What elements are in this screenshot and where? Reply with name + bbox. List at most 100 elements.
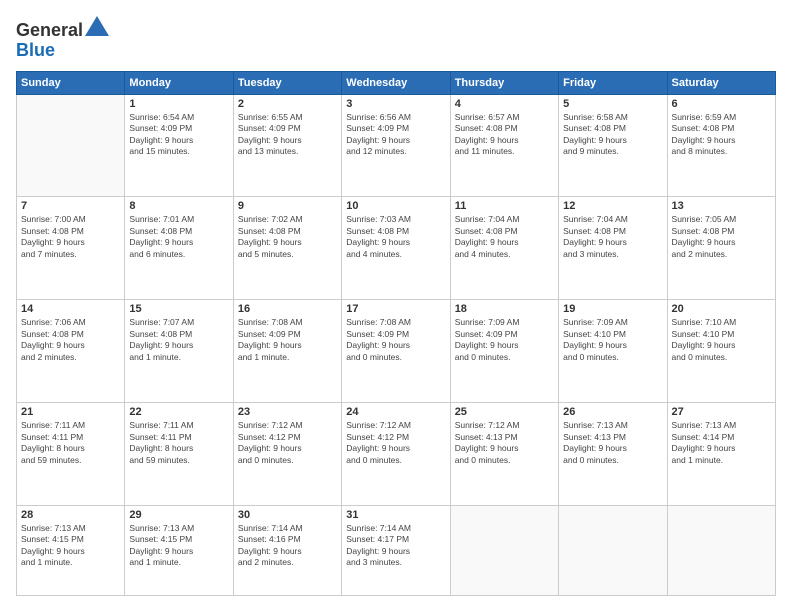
- calendar-cell: 23 Sunrise: 7:12 AM Sunset: 4:12 PM Dayli…: [233, 403, 341, 506]
- day-info: Sunrise: 7:13 AM Sunset: 4:13 PM Dayligh…: [563, 420, 662, 466]
- day-info: Sunrise: 7:14 AM Sunset: 4:17 PM Dayligh…: [346, 523, 445, 569]
- day-info: Sunrise: 7:08 AM Sunset: 4:09 PM Dayligh…: [238, 317, 337, 363]
- day-number: 25: [455, 406, 554, 418]
- day-info: Sunrise: 6:55 AM Sunset: 4:09 PM Dayligh…: [238, 112, 337, 158]
- day-number: 29: [129, 509, 228, 521]
- calendar-cell: 24 Sunrise: 7:12 AM Sunset: 4:12 PM Dayli…: [342, 403, 450, 506]
- day-number: 3: [346, 98, 445, 110]
- logo-icon: [85, 16, 109, 36]
- day-number: 13: [672, 200, 771, 212]
- calendar-cell: 21Sunrise: 7:11 AM Sunset: 4:11 PM Dayli…: [17, 403, 125, 506]
- day-info: Sunrise: 7:08 AM Sunset: 4:09 PM Dayligh…: [346, 317, 445, 363]
- calendar-cell: [450, 505, 558, 595]
- day-info: Sunrise: 7:12 AM Sunset: 4:12 PM Dayligh…: [346, 420, 445, 466]
- day-number: 28: [21, 509, 120, 521]
- calendar-cell: [667, 505, 775, 595]
- day-number: 31: [346, 509, 445, 521]
- calendar-cell: 30 Sunrise: 7:14 AM Sunset: 4:16 PM Dayli…: [233, 505, 341, 595]
- calendar-cell: 28 Sunrise: 7:13 AM Sunset: 4:15 PM Dayli…: [17, 505, 125, 595]
- day-number: 10: [346, 200, 445, 212]
- day-info: Sunrise: 6:57 AM Sunset: 4:08 PM Dayligh…: [455, 112, 554, 158]
- day-info: Sunrise: 7:04 AM Sunset: 4:08 PM Dayligh…: [563, 214, 662, 260]
- day-number: 23: [238, 406, 337, 418]
- calendar-cell: 13Sunrise: 7:05 AM Sunset: 4:08 PM Dayli…: [667, 197, 775, 300]
- calendar-cell: 17 Sunrise: 7:08 AM Sunset: 4:09 PM Dayli…: [342, 300, 450, 403]
- weekday-header-wednesday: Wednesday: [342, 71, 450, 94]
- weekday-header-sunday: Sunday: [17, 71, 125, 94]
- calendar-cell: 19Sunrise: 7:09 AM Sunset: 4:10 PM Dayli…: [559, 300, 667, 403]
- day-number: 30: [238, 509, 337, 521]
- day-number: 2: [238, 98, 337, 110]
- day-number: 9: [238, 200, 337, 212]
- calendar-cell: 3Sunrise: 6:56 AM Sunset: 4:09 PM Daylig…: [342, 94, 450, 197]
- day-info: Sunrise: 7:01 AM Sunset: 4:08 PM Dayligh…: [129, 214, 228, 260]
- calendar-table: SundayMondayTuesdayWednesdayThursdayFrid…: [16, 71, 776, 596]
- weekday-header-thursday: Thursday: [450, 71, 558, 94]
- day-info: Sunrise: 7:04 AM Sunset: 4:08 PM Dayligh…: [455, 214, 554, 260]
- day-number: 18: [455, 303, 554, 315]
- day-info: Sunrise: 7:00 AM Sunset: 4:08 PM Dayligh…: [21, 214, 120, 260]
- day-number: 19: [563, 303, 662, 315]
- day-info: Sunrise: 7:03 AM Sunset: 4:08 PM Dayligh…: [346, 214, 445, 260]
- day-info: Sunrise: 7:09 AM Sunset: 4:09 PM Dayligh…: [455, 317, 554, 363]
- calendar-cell: 20 Sunrise: 7:10 AM Sunset: 4:10 PM Dayli…: [667, 300, 775, 403]
- day-number: 15: [129, 303, 228, 315]
- day-info: Sunrise: 6:54 AM Sunset: 4:09 PM Dayligh…: [129, 112, 228, 158]
- calendar-cell: 8 Sunrise: 7:01 AM Sunset: 4:08 PM Daylig…: [125, 197, 233, 300]
- day-number: 1: [129, 98, 228, 110]
- day-number: 24: [346, 406, 445, 418]
- day-number: 27: [672, 406, 771, 418]
- page: General Blue SundayMondayTuesdayWednesda…: [0, 0, 792, 612]
- calendar-cell: 11 Sunrise: 7:04 AM Sunset: 4:08 PM Dayli…: [450, 197, 558, 300]
- day-info: Sunrise: 7:13 AM Sunset: 4:14 PM Dayligh…: [672, 420, 771, 466]
- calendar-cell: 22 Sunrise: 7:11 AM Sunset: 4:11 PM Dayli…: [125, 403, 233, 506]
- day-number: 21: [21, 406, 120, 418]
- day-number: 7: [21, 200, 120, 212]
- calendar-cell: [17, 94, 125, 197]
- calendar-cell: 12 Sunrise: 7:04 AM Sunset: 4:08 PM Dayli…: [559, 197, 667, 300]
- weekday-header-monday: Monday: [125, 71, 233, 94]
- calendar-cell: 26 Sunrise: 7:13 AM Sunset: 4:13 PM Dayli…: [559, 403, 667, 506]
- calendar-cell: 10 Sunrise: 7:03 AM Sunset: 4:08 PM Dayli…: [342, 197, 450, 300]
- day-info: Sunrise: 6:59 AM Sunset: 4:08 PM Dayligh…: [672, 112, 771, 158]
- calendar-cell: 31 Sunrise: 7:14 AM Sunset: 4:17 PM Dayli…: [342, 505, 450, 595]
- calendar-cell: 7 Sunrise: 7:00 AM Sunset: 4:08 PM Daylig…: [17, 197, 125, 300]
- day-info: Sunrise: 7:13 AM Sunset: 4:15 PM Dayligh…: [129, 523, 228, 569]
- calendar-cell: [559, 505, 667, 595]
- weekday-header-friday: Friday: [559, 71, 667, 94]
- calendar-cell: 2 Sunrise: 6:55 AM Sunset: 4:09 PM Daylig…: [233, 94, 341, 197]
- weekday-header-saturday: Saturday: [667, 71, 775, 94]
- logo-blue-text: Blue: [16, 40, 55, 60]
- day-number: 5: [563, 98, 662, 110]
- calendar-cell: 9 Sunrise: 7:02 AM Sunset: 4:08 PM Daylig…: [233, 197, 341, 300]
- day-number: 12: [563, 200, 662, 212]
- day-number: 20: [672, 303, 771, 315]
- day-number: 4: [455, 98, 554, 110]
- day-info: Sunrise: 7:02 AM Sunset: 4:08 PM Dayligh…: [238, 214, 337, 260]
- day-number: 17: [346, 303, 445, 315]
- day-info: Sunrise: 7:13 AM Sunset: 4:15 PM Dayligh…: [21, 523, 120, 569]
- calendar-cell: 25 Sunrise: 7:12 AM Sunset: 4:13 PM Dayli…: [450, 403, 558, 506]
- calendar-cell: 29 Sunrise: 7:13 AM Sunset: 4:15 PM Dayli…: [125, 505, 233, 595]
- day-number: 26: [563, 406, 662, 418]
- calendar-cell: 15Sunrise: 7:07 AM Sunset: 4:08 PM Dayli…: [125, 300, 233, 403]
- day-number: 14: [21, 303, 120, 315]
- day-number: 11: [455, 200, 554, 212]
- calendar-cell: 6 Sunrise: 6:59 AM Sunset: 4:08 PM Daylig…: [667, 94, 775, 197]
- day-number: 16: [238, 303, 337, 315]
- day-info: Sunrise: 7:11 AM Sunset: 4:11 PM Dayligh…: [129, 420, 228, 466]
- day-info: Sunrise: 7:10 AM Sunset: 4:10 PM Dayligh…: [672, 317, 771, 363]
- day-number: 6: [672, 98, 771, 110]
- weekday-header-tuesday: Tuesday: [233, 71, 341, 94]
- header: General Blue: [16, 16, 776, 61]
- calendar-cell: 5Sunrise: 6:58 AM Sunset: 4:08 PM Daylig…: [559, 94, 667, 197]
- calendar-cell: 27 Sunrise: 7:13 AM Sunset: 4:14 PM Dayli…: [667, 403, 775, 506]
- calendar-cell: 14Sunrise: 7:06 AM Sunset: 4:08 PM Dayli…: [17, 300, 125, 403]
- day-number: 8: [129, 200, 228, 212]
- logo-general-text: General: [16, 20, 83, 40]
- day-info: Sunrise: 7:12 AM Sunset: 4:13 PM Dayligh…: [455, 420, 554, 466]
- day-info: Sunrise: 7:12 AM Sunset: 4:12 PM Dayligh…: [238, 420, 337, 466]
- logo: General Blue: [16, 16, 109, 61]
- day-info: Sunrise: 7:14 AM Sunset: 4:16 PM Dayligh…: [238, 523, 337, 569]
- day-number: 22: [129, 406, 228, 418]
